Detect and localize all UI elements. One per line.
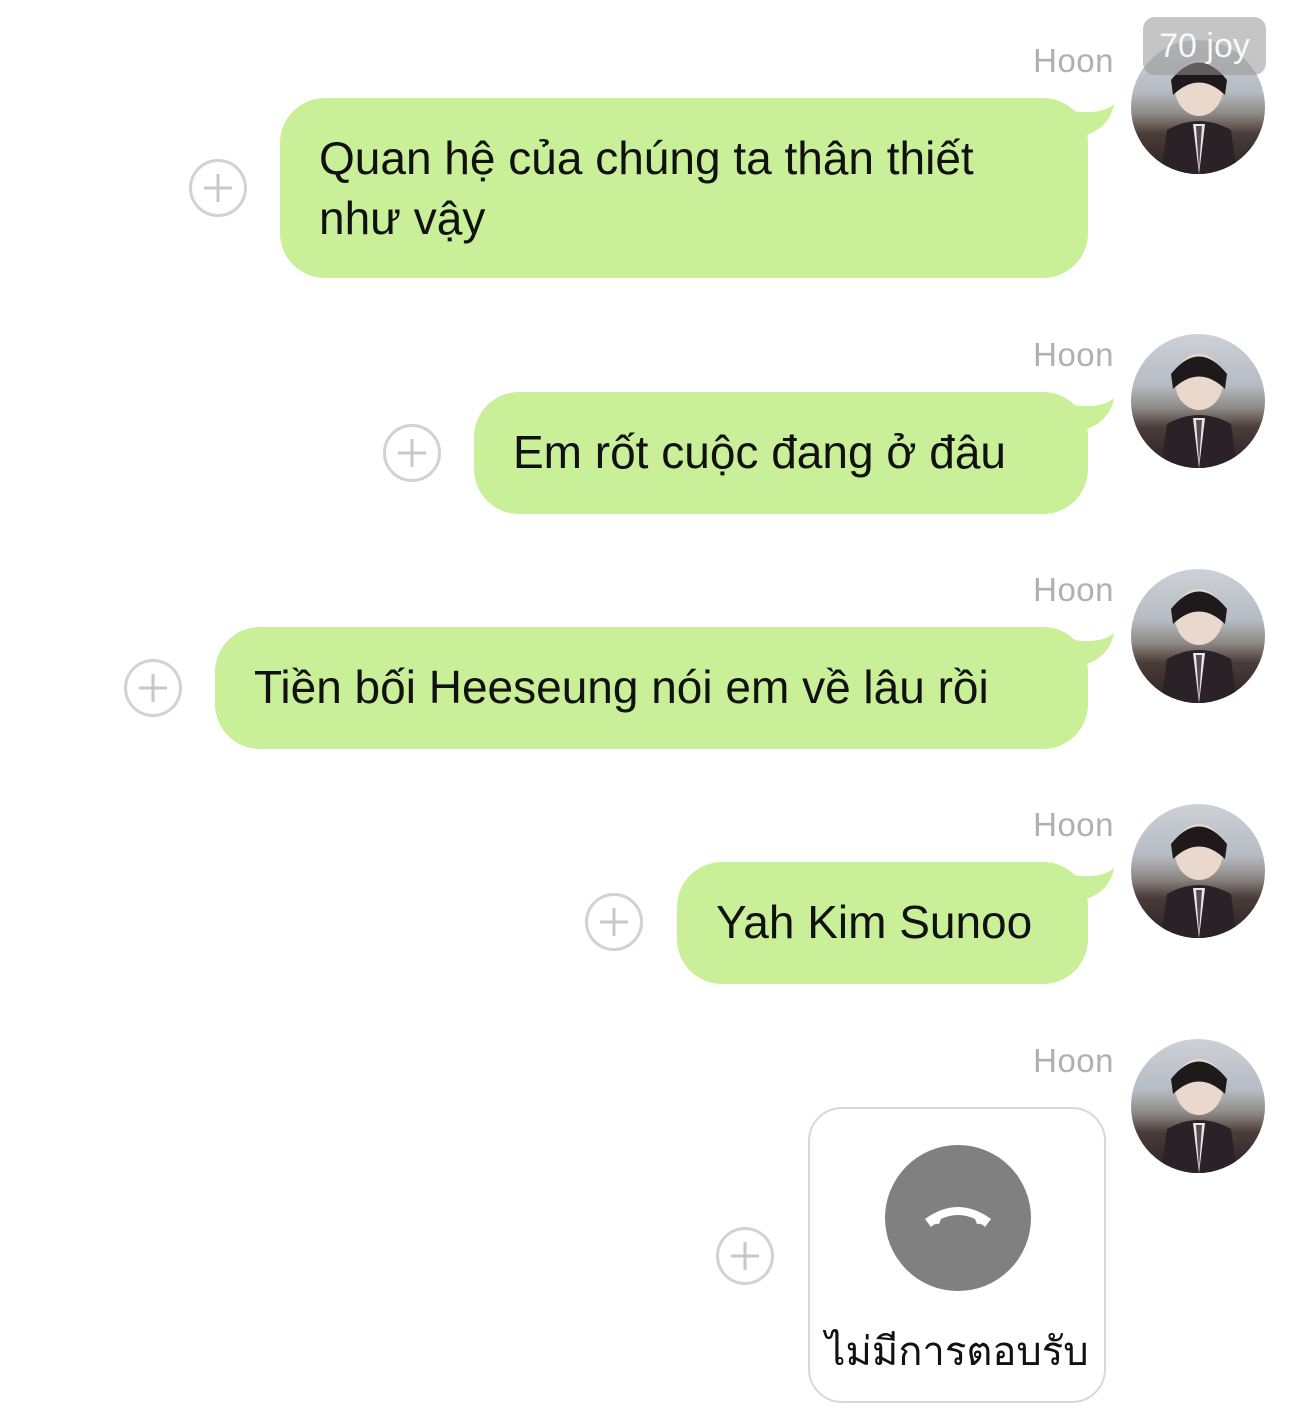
avatar[interactable] [1131,569,1265,703]
message-text: Tiền bối Heeseung nói em về lâu rồi [254,661,989,713]
avatar-photo [1161,589,1237,703]
add-reaction-button[interactable] [124,659,182,717]
message-bubble[interactable]: Em rốt cuộc đang ở đâu [474,392,1114,514]
message-text: Em rốt cuộc đang ở đâu [513,426,1006,478]
missed-call-card[interactable]: ไม่มีการตอบรับ [808,1107,1106,1403]
sender-name: Hoon [1033,806,1114,843]
bubble-tail [1058,633,1114,669]
message-bubble[interactable]: Yah Kim Sunoo [677,862,1114,984]
avatar-photo [1161,824,1237,938]
message-text: Quan hệ của chúng ta thân thiết như vậy [319,132,974,244]
call-status-text: ไม่มีการตอบรับ [825,1330,1089,1374]
add-reaction-button[interactable] [585,893,643,951]
message-text: Yah Kim Sunoo [716,896,1033,948]
add-reaction-button[interactable] [716,1227,774,1285]
phone-hangup-icon [885,1145,1031,1291]
watermark: 70 joy [1143,17,1266,75]
add-reaction-button[interactable] [189,159,247,217]
sender-name: Hoon [1033,42,1114,79]
message-bubble[interactable]: Quan hệ của chúng ta thân thiết như vậy [280,98,1114,278]
avatar-photo [1161,354,1237,468]
avatar-photo [1161,1059,1237,1173]
bubble-tail [1058,868,1114,904]
avatar[interactable] [1131,804,1265,938]
bubble-tail [1058,398,1114,434]
sender-name: Hoon [1033,1042,1114,1079]
sender-name: Hoon [1033,571,1114,608]
avatar[interactable] [1131,1039,1265,1173]
sender-name: Hoon [1033,336,1114,373]
add-reaction-button[interactable] [383,424,441,482]
message-bubble[interactable]: Tiền bối Heeseung nói em về lâu rồi [215,627,1114,749]
bubble-tail [1058,104,1114,140]
avatar[interactable] [1131,334,1265,468]
